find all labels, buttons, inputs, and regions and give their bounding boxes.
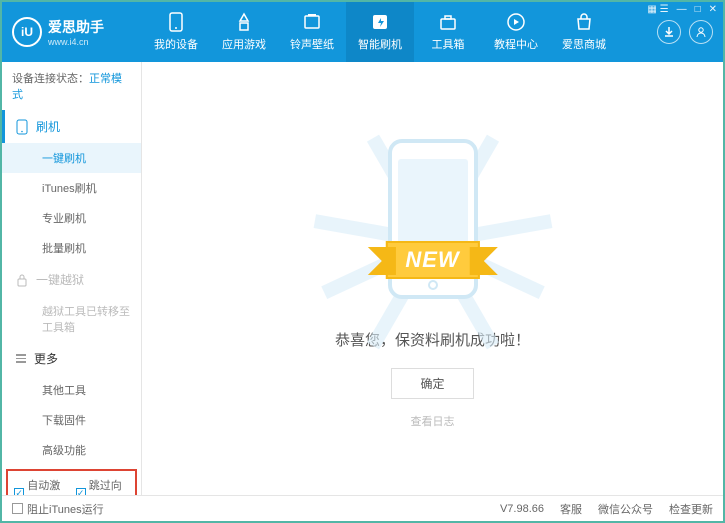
tutorial-icon: [506, 12, 526, 32]
update-link[interactable]: 检查更新: [669, 501, 713, 517]
success-illustration: NEW: [343, 129, 523, 309]
block-itunes-label: 阻止iTunes运行: [27, 501, 104, 517]
app-name: 爱思助手: [48, 17, 104, 37]
success-message: 恭喜您，保资料刷机成功啦！: [335, 329, 530, 350]
nav-device[interactable]: 我的设备: [142, 2, 210, 62]
more-icon: [16, 354, 26, 363]
section-title: 刷机: [36, 118, 60, 135]
footer: 阻止iTunes运行 V7.98.66 客服 微信公众号 检查更新: [2, 495, 723, 521]
header: ▦ ☰ — □ ✕ iU 爱思助手 www.i4.cn 我的设备 应用游戏 铃声壁纸…: [2, 2, 723, 62]
sidebar-item[interactable]: 下载固件: [2, 405, 141, 435]
sidebar-item: 越狱工具已转移至工具箱: [2, 296, 141, 342]
nav-label: 我的设备: [154, 36, 198, 52]
sidebar-item[interactable]: 批量刷机: [2, 233, 141, 263]
nav-label: 铃声壁纸: [290, 36, 334, 52]
option-checkbox-0[interactable]: ✓自动激活: [14, 477, 68, 495]
main-content: NEW 恭喜您，保资料刷机成功啦！ 确定 查看日志: [142, 62, 723, 495]
options-row: ✓自动激活✓跳过向导: [6, 469, 137, 495]
checkbox-label: 跳过向导: [89, 477, 129, 495]
maximize-icon[interactable]: □: [695, 4, 701, 15]
nav-toolbox[interactable]: 工具箱: [414, 2, 482, 62]
connection-status: 设备连接状态：正常模式: [2, 62, 141, 110]
header-right: [657, 20, 713, 44]
ok-button[interactable]: 确定: [391, 368, 473, 399]
close-icon[interactable]: ✕: [709, 4, 717, 15]
window-controls: ▦ ☰ — □ ✕: [647, 4, 717, 15]
download-button[interactable]: [657, 20, 681, 44]
nav-media[interactable]: 铃声壁纸: [278, 2, 346, 62]
sidebar-item[interactable]: iTunes刷机: [2, 173, 141, 203]
sidebar-section-1[interactable]: 一键越狱: [2, 263, 141, 296]
nav-label: 工具箱: [432, 36, 465, 52]
block-itunes-checkbox[interactable]: 阻止iTunes运行: [12, 501, 104, 517]
download-icon: [663, 26, 675, 38]
support-link[interactable]: 客服: [560, 501, 582, 517]
section-title: 更多: [34, 350, 58, 367]
nav-label: 教程中心: [494, 36, 538, 52]
new-ribbon: NEW: [385, 241, 479, 279]
nav-label: 爱思商城: [562, 36, 606, 52]
version-label: V7.98.66: [500, 503, 544, 515]
store-icon: [574, 12, 594, 32]
app-url: www.i4.cn: [48, 37, 104, 47]
checkbox-icon: [12, 503, 23, 514]
main-nav: 我的设备 应用游戏 铃声壁纸 智能刷机 工具箱 教程中心 爱思商城: [142, 2, 657, 62]
logo: iU 爱思助手 www.i4.cn: [12, 17, 142, 47]
view-log-link[interactable]: 查看日志: [411, 413, 455, 429]
nav-tutorial[interactable]: 教程中心: [482, 2, 550, 62]
body: 设备连接状态：正常模式 刷机一键刷机iTunes刷机专业刷机批量刷机一键越狱越狱…: [2, 62, 723, 495]
ribbon-text: NEW: [385, 241, 479, 279]
checkbox-icon: ✓: [76, 488, 86, 496]
sidebar-item[interactable]: 其他工具: [2, 375, 141, 405]
sidebar: 设备连接状态：正常模式 刷机一键刷机iTunes刷机专业刷机批量刷机一键越狱越狱…: [2, 62, 142, 495]
nav-label: 智能刷机: [358, 36, 402, 52]
user-icon: [695, 26, 707, 38]
phone-icon: [16, 119, 28, 135]
checkbox-label: 自动激活: [27, 477, 67, 495]
checkbox-icon: ✓: [14, 488, 24, 496]
option-checkbox-1[interactable]: ✓跳过向导: [76, 477, 130, 495]
toolbox-icon: [438, 12, 458, 32]
sidebar-item[interactable]: 专业刷机: [2, 203, 141, 233]
nav-flash[interactable]: 智能刷机: [346, 2, 414, 62]
sidebar-item[interactable]: 高级功能: [2, 435, 141, 465]
section-title: 一键越狱: [36, 271, 84, 288]
sidebar-item[interactable]: 一键刷机: [2, 143, 141, 173]
window-menu-icon[interactable]: ▦ ☰: [647, 4, 668, 15]
sidebar-section-0[interactable]: 刷机: [2, 110, 141, 143]
sidebar-bottom: ✓自动激活✓跳过向导 iPhone 12 mini 64GB Down-12mi…: [2, 465, 141, 495]
sidebar-section-2[interactable]: 更多: [2, 342, 141, 375]
conn-label: 设备连接状态：: [12, 73, 89, 85]
nav-apps[interactable]: 应用游戏: [210, 2, 278, 62]
lock-icon: [16, 273, 28, 287]
flash-icon: [370, 12, 390, 32]
nav-label: 应用游戏: [222, 36, 266, 52]
app-window: ▦ ☰ — □ ✕ iU 爱思助手 www.i4.cn 我的设备 应用游戏 铃声壁纸…: [0, 0, 725, 523]
footer-right: V7.98.66 客服 微信公众号 检查更新: [500, 501, 713, 517]
apps-icon: [234, 12, 254, 32]
minimize-icon[interactable]: —: [677, 4, 687, 15]
media-icon: [302, 12, 322, 32]
user-button[interactable]: [689, 20, 713, 44]
nav-store[interactable]: 爱思商城: [550, 2, 618, 62]
wechat-link[interactable]: 微信公众号: [598, 501, 653, 517]
device-icon: [166, 12, 186, 32]
logo-icon: iU: [12, 17, 42, 47]
